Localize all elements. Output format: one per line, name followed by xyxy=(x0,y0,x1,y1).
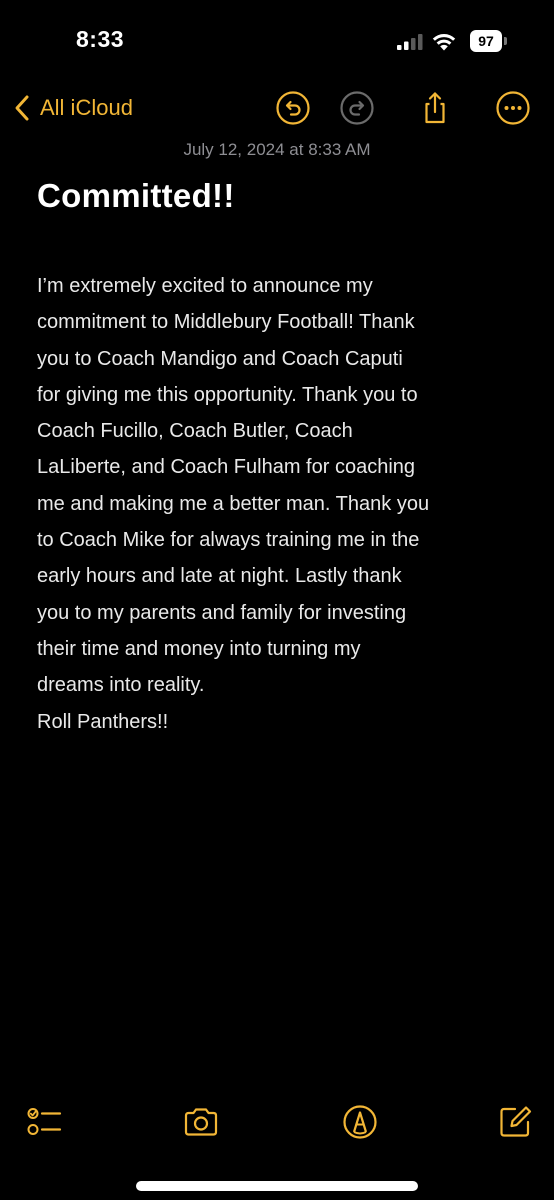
more-button[interactable] xyxy=(495,90,531,126)
note-line: dreams into reality. xyxy=(37,674,205,697)
note-body[interactable]: I’m extremely excited to announce my com… xyxy=(37,268,527,740)
status-bar: 8:33 97 xyxy=(0,0,554,80)
markup-icon xyxy=(343,1105,377,1139)
note-line: you to Coach Mandigo and Coach Caputi xyxy=(37,347,403,370)
note-line: I’m extremely excited to announce my xyxy=(37,275,373,297)
camera-button[interactable] xyxy=(183,1104,219,1140)
camera-icon xyxy=(184,1108,218,1136)
status-time: 8:33 xyxy=(76,26,125,52)
note-date: July 12, 2024 at 8:33 AM xyxy=(183,140,371,159)
back-button-label: All iCloud xyxy=(40,95,133,120)
note-line: you to my parents and family for investi… xyxy=(37,601,407,624)
note-line: LaLiberte, and Coach Fulham for coaching xyxy=(37,456,416,479)
redo-icon xyxy=(340,91,374,125)
markup-button[interactable] xyxy=(342,1104,378,1140)
note-line: early hours and late at night. Lastly th… xyxy=(37,565,402,588)
compose-button[interactable] xyxy=(497,1104,533,1140)
home-indicator[interactable] xyxy=(136,1181,418,1191)
share-button[interactable] xyxy=(417,90,453,126)
checklist-icon xyxy=(27,1108,62,1135)
battery-icon: 97 xyxy=(470,30,512,52)
compose-icon xyxy=(500,1106,532,1137)
note-line: to Coach Mike for always training me in … xyxy=(37,529,420,552)
battery-level: 97 xyxy=(470,30,502,52)
undo-button[interactable] xyxy=(275,90,311,126)
more-icon xyxy=(496,91,530,125)
note-line: commitment to Middlebury Football! Thank xyxy=(37,311,415,334)
redo-button[interactable] xyxy=(339,90,375,126)
checklist-button[interactable] xyxy=(26,1104,62,1140)
wifi-icon xyxy=(432,34,456,51)
note-line: Roll Panthers!! xyxy=(37,710,169,733)
battery-tip xyxy=(504,37,507,45)
chevron-left-icon xyxy=(15,95,29,121)
share-icon xyxy=(425,92,445,124)
back-button[interactable]: All iCloud xyxy=(12,90,133,126)
note-line: me and making me a better man. Thank you xyxy=(37,492,430,515)
undo-icon xyxy=(276,91,310,125)
note-line: Coach Fucillo, Coach Butler, Coach xyxy=(37,420,353,443)
note-title[interactable]: Committed!! xyxy=(37,177,235,215)
note-line: for giving me this opportunity. Thank yo… xyxy=(37,383,418,406)
cellular-signal-icon xyxy=(397,34,423,50)
note-line: their time and money into turning my xyxy=(37,637,361,660)
